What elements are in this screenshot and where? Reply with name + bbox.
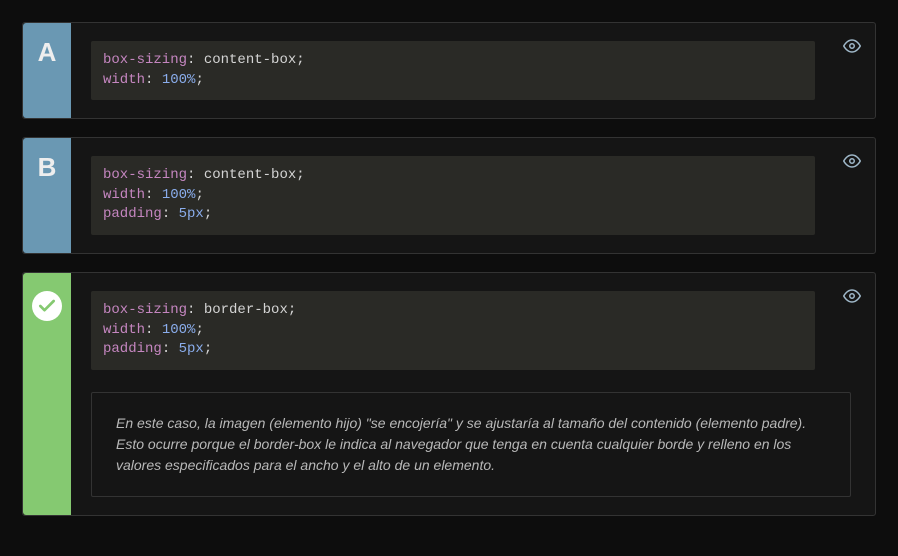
punct-semicolon: ; <box>204 206 212 222</box>
code-value: 5px <box>179 341 204 357</box>
eye-icon[interactable] <box>843 152 861 170</box>
code-prop: box-sizing <box>103 52 187 68</box>
answer-label: A <box>38 37 57 68</box>
code-block: box-sizing: border-box;width: 100%;paddi… <box>91 291 815 370</box>
code-line: width: 100%; <box>103 186 803 206</box>
punct-colon: : <box>145 322 162 338</box>
code-line: box-sizing: content-box; <box>103 166 803 186</box>
punct-colon: : <box>162 341 179 357</box>
code-value: 100% <box>162 322 196 338</box>
code-line: padding: 5px; <box>103 205 803 225</box>
code-value: border-box <box>204 302 288 318</box>
answer-badge: A <box>23 23 71 118</box>
answer-card: Bbox-sizing: content-box;width: 100%;pad… <box>22 137 876 254</box>
check-icon <box>32 291 62 321</box>
punct-colon: : <box>162 206 179 222</box>
punct-semicolon: ; <box>296 167 304 183</box>
code-value: content-box <box>204 167 296 183</box>
code-prop: padding <box>103 341 162 357</box>
code-line: padding: 5px; <box>103 340 803 360</box>
punct-semicolon: ; <box>195 72 203 88</box>
eye-icon[interactable] <box>843 37 861 55</box>
code-prop: width <box>103 322 145 338</box>
punct-colon: : <box>145 187 162 203</box>
answer-label: B <box>38 152 57 183</box>
punct-semicolon: ; <box>195 322 203 338</box>
code-block: box-sizing: content-box;width: 100%; <box>91 41 815 100</box>
answer-badge: B <box>23 138 71 253</box>
code-value: content-box <box>204 52 296 68</box>
code-prop: box-sizing <box>103 167 187 183</box>
code-line: box-sizing: content-box; <box>103 51 803 71</box>
answer-badge-correct <box>23 273 71 515</box>
punct-colon: : <box>187 167 204 183</box>
answer-body: box-sizing: content-box;width: 100%; <box>71 23 875 118</box>
code-prop: width <box>103 187 145 203</box>
eye-icon[interactable] <box>843 287 861 305</box>
code-value: 5px <box>179 206 204 222</box>
punct-semicolon: ; <box>204 341 212 357</box>
punct-colon: : <box>187 52 204 68</box>
code-line: width: 100%; <box>103 71 803 91</box>
code-line: box-sizing: border-box; <box>103 301 803 321</box>
punct-colon: : <box>145 72 162 88</box>
code-prop: width <box>103 72 145 88</box>
code-block: box-sizing: content-box;width: 100%;padd… <box>91 156 815 235</box>
explanation-box: En este caso, la imagen (elemento hijo) … <box>91 392 851 497</box>
punct-colon: : <box>187 302 204 318</box>
code-prop: padding <box>103 206 162 222</box>
answer-card: Abox-sizing: content-box;width: 100%; <box>22 22 876 119</box>
code-value: 100% <box>162 187 196 203</box>
answer-body: box-sizing: border-box;width: 100%;paddi… <box>71 273 875 515</box>
code-value: 100% <box>162 72 196 88</box>
answer-card: box-sizing: border-box;width: 100%;paddi… <box>22 272 876 516</box>
punct-semicolon: ; <box>288 302 296 318</box>
punct-semicolon: ; <box>195 187 203 203</box>
code-prop: box-sizing <box>103 302 187 318</box>
code-line: width: 100%; <box>103 321 803 341</box>
answer-body: box-sizing: content-box;width: 100%;padd… <box>71 138 875 253</box>
punct-semicolon: ; <box>296 52 304 68</box>
